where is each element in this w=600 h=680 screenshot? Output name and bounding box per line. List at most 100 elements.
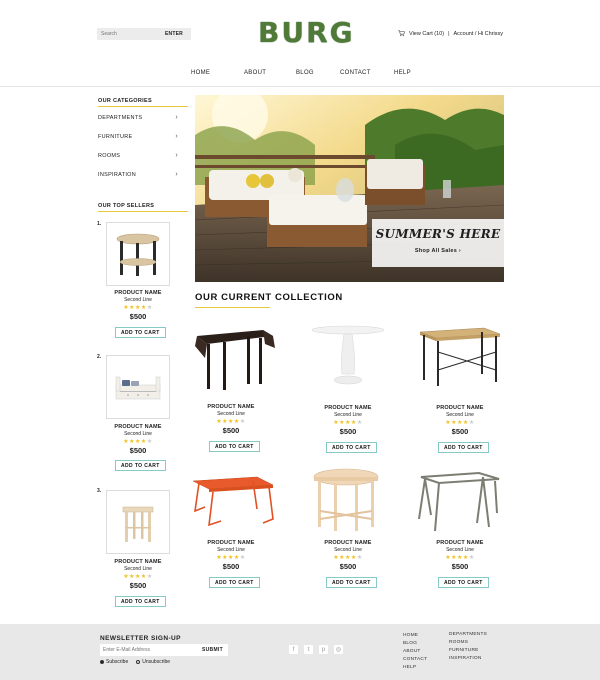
add-to-cart-button[interactable]: ADD TO CART [115,327,166,338]
category-inspiration[interactable]: INSPIRATION › [98,171,178,178]
product-price: $500 [451,562,469,571]
footer-link-home[interactable]: HOME [403,632,427,640]
submit-button[interactable]: SUBMIT [202,647,223,653]
newsletter-title: NEWSLETTER SIGN-UP [100,635,181,642]
product-name[interactable]: PRODUCT NAME [318,405,378,411]
product-name[interactable]: PRODUCT NAME [201,404,261,410]
seller-rank: 2. [97,354,102,360]
collection-underline [195,307,270,308]
product-name[interactable]: PRODUCT NAME [430,540,490,546]
nav-about[interactable]: ABOUT [244,70,266,76]
product-info: PRODUCT NAME Second Line ★★★★★ $500 [201,540,261,571]
footer-link-help[interactable]: HELP [403,664,427,672]
product-price: $500 [129,446,147,455]
add-to-cart-button[interactable]: ADD TO CART [115,460,166,471]
footer-link-inspiration[interactable]: INSPIRATION [449,655,487,663]
hero-headline: SUMMER'S HERE [375,227,501,241]
seller-image-side-table[interactable] [106,222,170,286]
product-name[interactable]: PRODUCT NAME [201,540,261,546]
product-name[interactable]: PRODUCT NAME [108,424,168,430]
category-furniture[interactable]: FURNITURE › [98,133,178,140]
rating-stars: ★★★★★ [123,574,153,580]
subscribe-options: Subscribe Unsubscribe [100,659,170,665]
header-separator: | [448,30,450,37]
product-price: $500 [129,312,147,321]
twitter-icon[interactable]: t [304,645,313,654]
rating-stars: ★★★★★ [123,305,153,311]
seller-info: PRODUCT NAME Second Line ★★★★★ $500 [108,424,168,455]
social-links: f t p ◎ [289,645,343,654]
product-price: $500 [129,581,147,590]
product-info: PRODUCT NAME Second Line ★★★★★ $500 [201,404,261,435]
product-name[interactable]: PRODUCT NAME [318,540,378,546]
nav-contact[interactable]: CONTACT [340,70,371,76]
rating-stars: ★★★★★ [333,420,363,426]
footer-link-furniture[interactable]: FURNITURE [449,647,487,655]
product-image-orange-desk[interactable] [191,465,275,535]
product-price: $500 [339,562,357,571]
shop-all-sales-link[interactable]: Shop All Sales › [372,248,504,254]
newsletter-form: SUBMIT [100,644,228,656]
unsubscribe-radio[interactable]: Unsubscribe [136,659,170,665]
category-departments[interactable]: DEPARTMENTS › [98,114,178,121]
nav-home[interactable]: HOME [191,70,210,76]
facebook-icon[interactable]: f [289,645,298,654]
search-input[interactable] [97,31,165,37]
add-to-cart-button[interactable]: ADD TO CART [209,577,260,588]
product-name[interactable]: PRODUCT NAME [108,559,168,565]
category-rooms[interactable]: ROOMS › [98,152,178,159]
logo[interactable]: BURG [258,18,355,48]
nav-help[interactable]: HELP [394,70,411,76]
categories-title: OUR CATEGORIES [98,98,188,107]
product-image-trestle-frame[interactable] [417,465,501,535]
pinterest-icon[interactable]: p [319,645,328,654]
add-to-cart-button[interactable]: ADD TO CART [115,596,166,607]
add-to-cart-button[interactable]: ADD TO CART [209,441,260,452]
add-to-cart-button[interactable]: ADD TO CART [438,442,489,453]
search-enter-button[interactable]: ENTER [165,31,183,37]
add-to-cart-button[interactable]: ADD TO CART [326,442,377,453]
footer-link-rooms[interactable]: ROOMS [449,639,487,647]
product-info: PRODUCT NAME Second Line ★★★★★ $500 [430,540,490,571]
subscribe-label: Subscribe [106,659,129,665]
subscribe-radio[interactable]: Subscribe [100,659,128,665]
product-second-line: Second Line [217,547,245,553]
seller-image-daybed[interactable] [106,355,170,419]
hero-badge: SUMMER'S HERE Shop All Sales › [372,219,504,267]
seller-image-stool[interactable] [106,490,170,554]
seller-rank: 1. [97,221,102,227]
view-cart-link[interactable]: View Cart (10) [409,31,444,37]
product-name[interactable]: PRODUCT NAME [430,405,490,411]
product-image-cross-leg-table[interactable] [418,322,502,392]
footer-link-departments[interactable]: DEPARTMENTS [449,631,487,639]
product-second-line: Second Line [124,297,152,303]
seller-info: PRODUCT NAME Second Line ★★★★★ $500 [108,290,168,321]
rating-stars: ★★★★★ [216,419,246,425]
nav-blog[interactable]: BLOG [296,70,314,76]
add-to-cart-button[interactable]: ADD TO CART [326,577,377,588]
chevron-right-icon: › [175,152,178,159]
add-to-cart-button[interactable]: ADD TO CART [438,577,489,588]
rating-stars: ★★★★★ [216,555,246,561]
product-price: $500 [222,562,240,571]
footer-link-blog[interactable]: BLOG [403,640,427,648]
chevron-right-icon: › [175,114,178,121]
seller-rank: 3. [97,488,102,494]
collection-title: OUR CURRENT COLLECTION [195,292,343,303]
instagram-icon[interactable]: ◎ [334,645,343,654]
cart-icon[interactable] [398,30,405,37]
product-second-line: Second Line [446,547,474,553]
account-link[interactable]: Account / Hi Chrissy [454,31,504,37]
chevron-right-icon: › [175,133,178,140]
category-label: DEPARTMENTS [98,115,143,121]
footer-link-about[interactable]: ABOUT [403,648,427,656]
product-image-tulip-table[interactable] [306,322,390,392]
product-second-line: Second Line [124,566,152,572]
product-image-round-table[interactable] [304,465,388,535]
product-image-drop-leaf-table[interactable] [193,322,277,392]
footer-links-col1: HOME BLOG ABOUT CONTACT HELP [403,632,427,672]
product-name[interactable]: PRODUCT NAME [108,290,168,296]
radio-selected-icon [100,660,104,664]
email-input[interactable] [100,647,202,653]
footer-link-contact[interactable]: CONTACT [403,656,427,664]
